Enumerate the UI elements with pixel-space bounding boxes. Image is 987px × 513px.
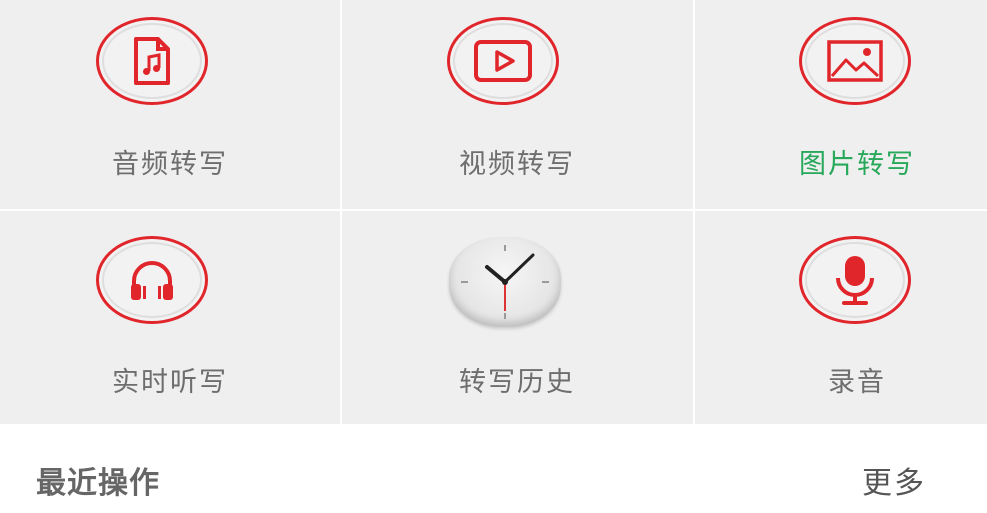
headphones-icon: [96, 236, 208, 324]
clock-icon: [449, 237, 561, 327]
video-transcribe-tile[interactable]: 视频转写: [342, 0, 693, 209]
audio-transcribe-tile[interactable]: 音频转写: [0, 0, 340, 209]
audio-transcribe-label: 音频转写: [112, 149, 228, 180]
image-icon: [799, 17, 911, 105]
live-dictation-label: 实时听写: [112, 367, 228, 398]
column-divider: [340, 0, 342, 424]
recording-label: 录音: [828, 367, 886, 398]
row-divider: [0, 209, 987, 211]
more-link[interactable]: 更多: [862, 458, 926, 502]
transcribe-history-tile[interactable]: 转写历史: [342, 211, 693, 424]
live-dictation-tile[interactable]: 实时听写: [0, 211, 340, 424]
column-divider: [693, 0, 695, 424]
function-grid: 音频转写 视频转写 图片转写 实时听写 转写历史 录音: [0, 0, 987, 424]
audio-file-icon: [96, 17, 208, 105]
transcribe-history-label: 转写历史: [459, 367, 575, 398]
video-transcribe-label: 视频转写: [459, 149, 575, 180]
image-transcribe-tile[interactable]: 图片转写: [695, 0, 987, 209]
video-play-icon: [447, 17, 559, 105]
image-transcribe-label: 图片转写: [799, 149, 915, 180]
microphone-icon: [799, 236, 911, 324]
recording-tile[interactable]: 录音: [695, 211, 987, 424]
recent-operations-title: 最近操作: [36, 466, 160, 501]
